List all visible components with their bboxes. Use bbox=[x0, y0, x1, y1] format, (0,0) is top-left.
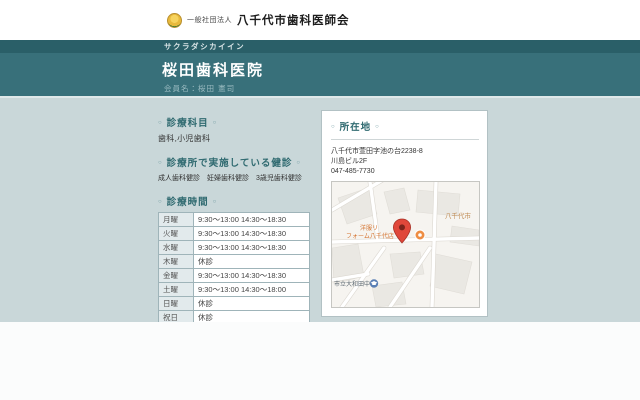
time-cell: 9:30〜13:00 14:30〜18:00 bbox=[193, 282, 310, 297]
map-canvas: 洋服リ フォーム八千代店 八千代市 市立大和田中 bbox=[332, 182, 479, 308]
section-title-checkups: 診療所で実施している健診 bbox=[158, 155, 314, 169]
checkups-value: 成人歯科健診 妊婦歯科健診 3歳児歯科健診 bbox=[158, 175, 302, 182]
time-cell: 9:30〜13:00 14:30〜18:30 bbox=[193, 226, 310, 241]
poi-label-line1: 洋服リ bbox=[360, 224, 378, 232]
city-label: 八千代市 bbox=[445, 211, 472, 220]
page-title: 桜田歯科医院 bbox=[162, 62, 265, 79]
time-cell: 9:30〜13:00 14:30〜18:30 bbox=[193, 268, 310, 283]
org-prefix-label: 一般社団法人 bbox=[187, 17, 232, 24]
schedule-row: 火曜 9:30〜13:00 14:30〜18:30 bbox=[158, 226, 310, 241]
member-name-label: 会員名：桜田 憲司 bbox=[164, 84, 236, 93]
clinic-info-column: 診療科目 歯科,小児歯科 診療所で実施している健診 成人歯科健診 妊婦歯科健診 … bbox=[158, 110, 314, 339]
phone-number: 047-485-7730 bbox=[331, 168, 375, 176]
clinic-header-band: 桜田歯科医院 会員名：桜田 憲司 bbox=[0, 53, 640, 96]
day-cell: 火曜 bbox=[158, 226, 194, 241]
schedule-row: 月曜 9:30〜13:00 14:30〜18:30 bbox=[158, 212, 310, 227]
clinic-reading-band: サクラダシカイイン bbox=[0, 40, 640, 53]
address-line1: 八千代市萱田字池の台2238-8 bbox=[331, 148, 423, 155]
shop-poi-icon[interactable] bbox=[414, 229, 426, 241]
day-cell: 日曜 bbox=[158, 296, 194, 311]
schedule-table-body: 月曜 9:30〜13:00 14:30〜18:30 火曜 9:30〜13:00 14:… bbox=[158, 212, 310, 325]
map-widget[interactable]: 洋服リ フォーム八千代店 八千代市 市立大和田中 bbox=[331, 181, 480, 309]
section-title-hours: 診療時間 bbox=[158, 194, 314, 208]
day-cell: 木曜 bbox=[158, 254, 194, 269]
day-cell: 水曜 bbox=[158, 240, 194, 255]
schedule-table: 月曜 9:30〜13:00 14:30〜18:30 火曜 9:30〜13:00 14:… bbox=[158, 212, 310, 325]
day-cell: 月曜 bbox=[158, 212, 194, 227]
footer-area bbox=[0, 322, 640, 400]
association-home-link[interactable]: 一般社団法人 八千代市歯科医師会 bbox=[167, 0, 350, 40]
schedule-row: 水曜 9:30〜13:00 14:30〜18:30 bbox=[158, 240, 310, 255]
association-logo-icon bbox=[167, 12, 182, 28]
section-title-location: 所在地 bbox=[331, 119, 479, 140]
top-bar: 一般社団法人 八千代市歯科医師会 bbox=[0, 0, 640, 40]
section-title-departments: 診療科目 bbox=[158, 115, 314, 129]
departments-value: 歯科,小児歯科 bbox=[158, 134, 211, 143]
schedule-row: 土曜 9:30〜13:00 14:30〜18:00 bbox=[158, 282, 310, 297]
poi-label-line2: フォーム八千代店 bbox=[346, 232, 394, 240]
day-cell: 土曜 bbox=[158, 282, 194, 297]
clinic-reading-label: サクラダシカイイン bbox=[164, 42, 246, 51]
time-cell: 休診 bbox=[193, 254, 310, 269]
location-box: 所在地 八千代市萱田字池の台2238-8 川島ビル2F 047-485-7730 bbox=[321, 110, 488, 318]
schedule-row: 金曜 9:30〜13:00 14:30〜18:30 bbox=[158, 268, 310, 283]
time-cell: 9:30〜13:00 14:30〜18:30 bbox=[193, 212, 310, 227]
schedule-row: 日曜 休診 bbox=[158, 296, 310, 311]
school-icon bbox=[369, 279, 379, 289]
time-cell: 9:30〜13:00 14:30〜18:30 bbox=[193, 240, 310, 255]
address-block: 八千代市萱田字池の台2238-8 川島ビル2F 047-485-7730 bbox=[331, 147, 479, 177]
schedule-row: 木曜 休診 bbox=[158, 254, 310, 269]
time-cell: 休診 bbox=[193, 296, 310, 311]
school-label: 市立大和田中 bbox=[334, 280, 370, 288]
day-cell: 金曜 bbox=[158, 268, 194, 283]
org-name-label: 八千代市歯科医師会 bbox=[237, 15, 350, 27]
address-line2: 川島ビル2F bbox=[331, 158, 368, 166]
content-area: 診療科目 歯科,小児歯科 診療所で実施している健診 成人歯科健診 妊婦歯科健診 … bbox=[0, 96, 640, 339]
